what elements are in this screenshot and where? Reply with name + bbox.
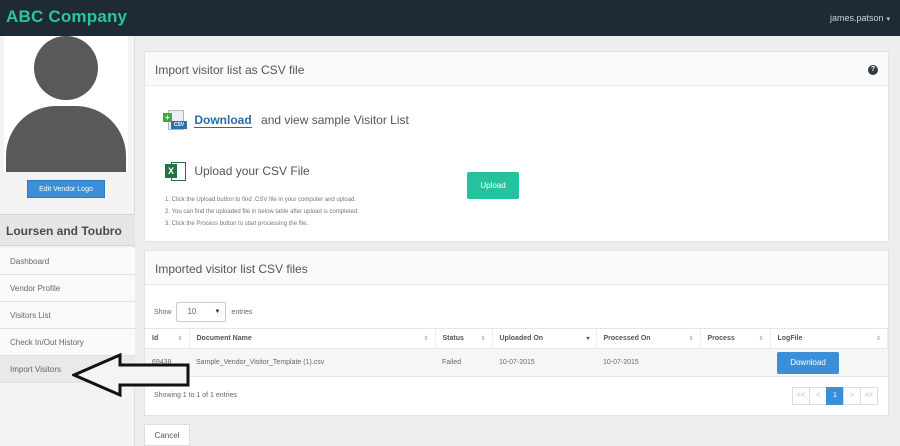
pagination: << < 1 > >>: [792, 387, 878, 405]
column-header-process[interactable]: Process ⇕: [700, 328, 771, 349]
imported-files-panel: Imported visitor list CSV files Show 10 …: [144, 250, 889, 416]
sort-icon: ⇕: [758, 336, 764, 342]
pagination-prev[interactable]: <: [809, 387, 827, 405]
chevron-down-icon: ▾: [886, 16, 890, 23]
avatar-head-shape: [34, 36, 98, 100]
cell-document: Sample_Vendor_Visitor_Template (1).csv: [189, 348, 435, 377]
entries-select[interactable]: 10 ▼: [176, 302, 227, 322]
sort-icon: ⇕: [875, 336, 881, 342]
sort-icon: ⇕: [177, 336, 183, 342]
sort-icon: ⇕: [480, 336, 486, 342]
cell-processed: 10-07-2015: [596, 348, 700, 377]
column-header-label: Document Name: [196, 335, 252, 342]
upload-button[interactable]: Upload: [467, 172, 519, 199]
vendor-logo: [4, 36, 128, 172]
edit-vendor-logo-button[interactable]: Edit Vendor Logo: [27, 180, 105, 198]
logfile-download-button[interactable]: Download: [777, 351, 839, 374]
user-name: james.patson: [829, 13, 884, 23]
column-header-label: Status: [442, 335, 464, 342]
pagination-page-1[interactable]: 1: [826, 387, 844, 405]
import-csv-panel: Import visitor list as CSV file ? CSV + …: [144, 51, 889, 242]
download-sample-link[interactable]: Download: [194, 113, 252, 129]
plus-icon: +: [163, 113, 172, 122]
show-label: Show: [154, 308, 172, 316]
column-header-status[interactable]: Status ⇕: [435, 328, 493, 349]
column-header-label: Uploaded On: [499, 335, 544, 342]
top-navbar: ABC Company james.patson ▾: [0, 0, 900, 36]
avatar-body-shape: [6, 106, 126, 172]
cell-logfile: Download: [770, 348, 888, 377]
user-menu[interactable]: james.patson ▾: [830, 13, 890, 23]
column-header-uploaded-on[interactable]: Uploaded On ▾: [492, 328, 597, 349]
column-header-id[interactable]: Id ⇕: [145, 328, 190, 349]
column-header-label: Processed On: [603, 335, 651, 342]
import-panel-title: Import visitor list as CSV file: [145, 52, 888, 86]
column-header-document[interactable]: Document Name ⇕: [189, 328, 436, 349]
cell-status: Failed: [435, 348, 492, 377]
table-header-row: Id ⇕ Document Name ⇕ Status ⇕ Uploaded On ▾ …: [145, 328, 888, 349]
sidebar-item-vendor-profile[interactable]: Vendor Profile: [0, 275, 135, 302]
download-sample-row: CSV + Download and view sample Visitor L…: [163, 110, 409, 132]
column-header-label: Id: [152, 335, 159, 342]
column-header-logfile[interactable]: LogFile ⇕: [770, 328, 888, 349]
column-header-label: Process: [707, 335, 735, 342]
files-table: Id ⇕ Document Name ⇕ Status ⇕ Uploaded On ▾ …: [145, 328, 888, 377]
cancel-button[interactable]: Cancel: [144, 424, 190, 446]
files-panel-title: Imported visitor list CSV files: [145, 251, 888, 285]
pagination-next[interactable]: >: [843, 387, 861, 405]
upload-heading-row: X Upload your CSV File: [165, 161, 310, 183]
instruction-step: 3. Click the Process button to start pro…: [165, 221, 309, 227]
sidebar-item-dashboard[interactable]: Dashboard: [0, 248, 135, 275]
upload-heading: Upload your CSV File: [194, 164, 310, 179]
excel-x-shape: X: [165, 164, 177, 178]
excel-icon: X: [165, 161, 187, 183]
upload-instructions: 1. Click the Upload button to find .CSV …: [165, 194, 359, 230]
chevron-down-icon: ▼: [214, 309, 221, 315]
sidebar-item-visitors-list[interactable]: Visitors List: [0, 302, 135, 329]
cell-process: [700, 348, 770, 377]
sort-icon: ⇕: [423, 336, 429, 342]
entries-label: entries: [231, 308, 253, 316]
instruction-step: 1. Click the Upload button to find .CSV …: [165, 197, 357, 203]
pagination-last[interactable]: >>: [860, 387, 878, 405]
cell-uploaded: 10-07-2015: [492, 348, 596, 377]
csv-file-icon: CSV +: [163, 110, 187, 132]
download-sample-text: and view sample Visitor List: [261, 113, 409, 128]
pointer-arrow-icon: [72, 353, 190, 397]
sort-desc-icon: ▾: [586, 336, 590, 342]
sidebar-item-check-history[interactable]: Check In/Out History: [0, 329, 135, 356]
brand-logo[interactable]: ABC Company: [6, 7, 127, 27]
help-icon[interactable]: ?: [868, 65, 878, 75]
instruction-step: 2. You can find the uploaded file in bel…: [165, 209, 359, 215]
csv-tag: CSV: [171, 121, 187, 129]
pagination-first[interactable]: <<: [792, 387, 810, 405]
entries-length-control: Show 10 ▼ entries: [154, 302, 252, 322]
entries-value: 10: [187, 307, 197, 316]
company-name: Loursen and Toubro: [0, 214, 135, 246]
column-header-processed-on[interactable]: Processed On ⇕: [596, 328, 701, 349]
sort-icon: ⇕: [688, 336, 694, 342]
table-row: 69438 Sample_Vendor_Visitor_Template (1)…: [145, 348, 888, 377]
column-header-label: LogFile: [777, 335, 803, 342]
